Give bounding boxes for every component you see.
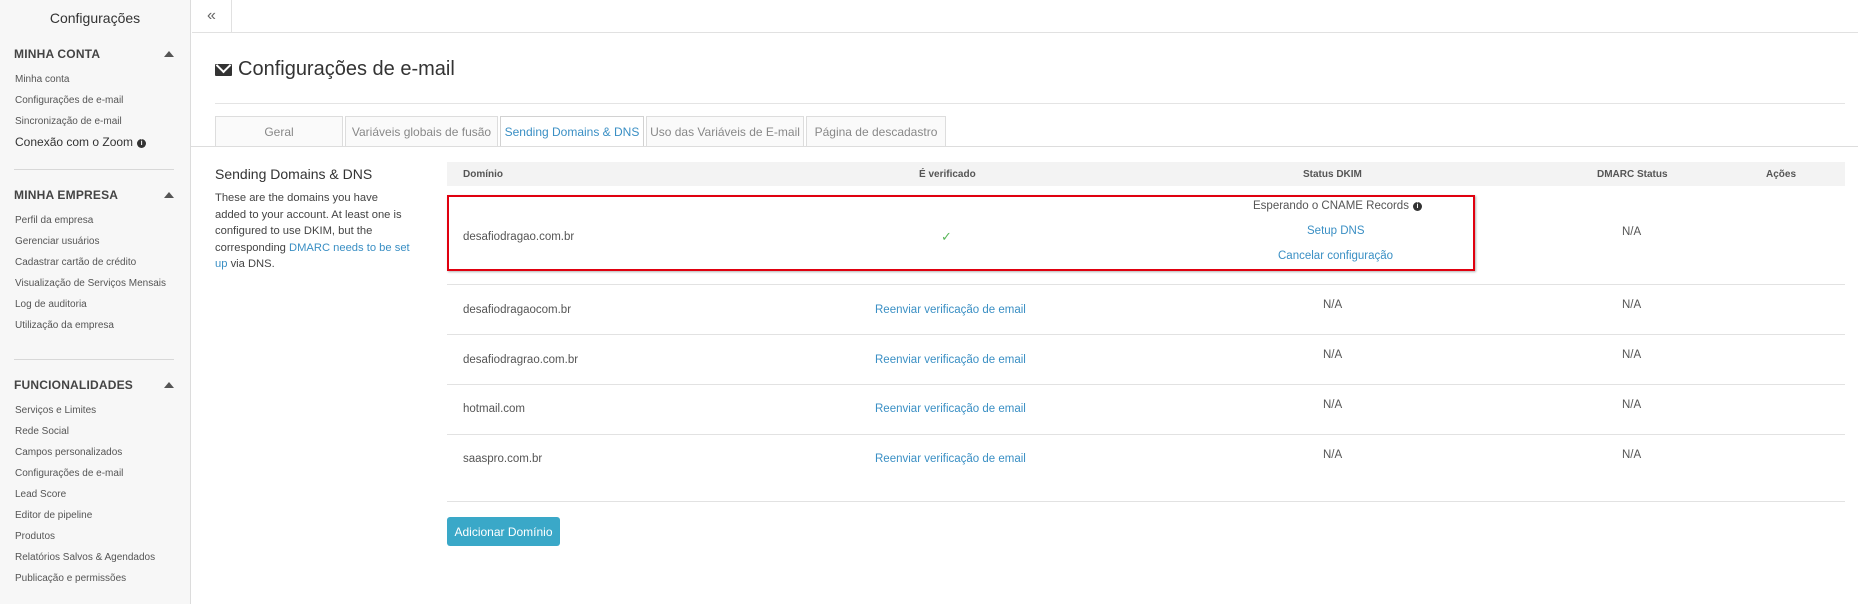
resend-verification-link[interactable]: Reenviar verificação de email <box>875 354 1026 366</box>
header-verified: É verificado <box>919 168 976 180</box>
sidebar-item-publicacao-permissoes[interactable]: Publicação e permissões <box>0 568 190 589</box>
section-funcionalidades: FUNCIONALIDADES Serviços e Limites Rede … <box>0 376 190 589</box>
domain-name: hotmail.com <box>463 403 525 415</box>
sidebar-item-minha-conta[interactable]: Minha conta <box>0 69 190 90</box>
section-heading-label: MINHA CONTA <box>14 47 101 61</box>
sidebar-divider <box>14 169 174 170</box>
section-heading-label: MINHA EMPRESA <box>14 188 119 202</box>
domain-name: desafiodragaocom.br <box>463 304 572 316</box>
tabs-divider <box>191 146 1858 147</box>
collapse-caret-icon[interactable] <box>164 382 174 388</box>
add-domain-button[interactable]: Adicionar Domínio <box>447 517 560 546</box>
resend-verification-link[interactable]: Reenviar verificação de email <box>875 453 1026 465</box>
sidebar-item-cartao-credito[interactable]: Cadastrar cartão de crédito <box>0 252 190 273</box>
sidebar-item-log-auditoria[interactable]: Log de auditoria <box>0 294 190 315</box>
section-minha-empresa: MINHA EMPRESA Perfil da empresa Gerencia… <box>0 186 190 336</box>
dmarc-status: N/A <box>1622 399 1642 411</box>
sidebar-item-perfil-empresa[interactable]: Perfil da empresa <box>0 210 190 231</box>
section-heading: Sending Domains & DNS <box>215 166 373 182</box>
header-actions: Ações <box>1766 168 1797 180</box>
sidebar-item-servicos-limites[interactable]: Serviços e Limites <box>0 400 190 421</box>
dkim-status: N/A <box>1323 349 1343 361</box>
collapse-caret-icon[interactable] <box>164 51 174 57</box>
section-heading-funcionalidades[interactable]: FUNCIONALIDADES <box>0 376 190 394</box>
page-title: Configurações de e-mail <box>215 58 455 81</box>
section-heading-minha-conta[interactable]: MINHA CONTA <box>0 45 190 63</box>
domains-table: Domínio É verificado Status DKIM DMARC S… <box>447 162 1845 465</box>
sidebar-item-campos-personalizados[interactable]: Campos personalizados <box>0 442 190 463</box>
description-text: These are the domains you have added to … <box>215 190 410 273</box>
resend-verification-link[interactable]: Reenviar verificação de email <box>875 304 1026 316</box>
table-row: hotmail.com Reenviar verificação de emai… <box>447 385 1845 435</box>
tab-uso-variaveis[interactable]: Uso das Variáveis de E-mail <box>646 116 804 146</box>
info-icon[interactable]: i <box>137 139 147 148</box>
table-row: saaspro.com.br Reenviar verificação de e… <box>447 435 1845 485</box>
table-row: desafiodragaocom.br Reenviar verificação… <box>447 285 1845 335</box>
description-text-after: via DNS. <box>230 258 275 270</box>
sidebar-item-zoom[interactable]: Conexão com o Zoom i <box>0 132 190 153</box>
sidebar-item-configuracoes-email-2[interactable]: Configurações de e-mail <box>0 463 190 484</box>
section-minha-conta: MINHA CONTA Minha conta Configurações de… <box>0 45 190 153</box>
settings-tabs: Geral Variáveis globais de fusão Sending… <box>215 116 1858 147</box>
collapse-sidebar-button[interactable]: « <box>192 0 232 32</box>
header-dkim: Status DKIM <box>1303 168 1362 180</box>
sidebar-item-editor-pipeline[interactable]: Editor de pipeline <box>0 505 190 526</box>
sidebar-item-relatorios[interactable]: Relatórios Salvos & Agendados <box>0 547 190 568</box>
sidebar-item-produtos[interactable]: Produtos <box>0 526 190 547</box>
sidebar-item-rede-social[interactable]: Rede Social <box>0 421 190 442</box>
sidebar-item-utilizacao-empresa[interactable]: Utilização da empresa <box>0 315 190 336</box>
dkim-status: N/A <box>1323 449 1343 461</box>
title-divider <box>215 103 1845 104</box>
sidebar-item-sincronizacao-email[interactable]: Sincronização de e-mail <box>0 111 190 132</box>
dmarc-status: N/A <box>1622 349 1642 361</box>
domain-name: saaspro.com.br <box>463 453 543 465</box>
sidebar-item-servicos-mensais[interactable]: Visualização de Serviços Mensais <box>0 273 190 294</box>
dmarc-status: N/A <box>1622 449 1642 461</box>
sidebar-item-gerenciar-usuarios[interactable]: Gerenciar usuários <box>0 231 190 252</box>
header-domain: Domínio <box>463 168 503 180</box>
page-title-text: Configurações de e-mail <box>238 58 455 80</box>
collapse-caret-icon[interactable] <box>164 192 174 198</box>
sidebar-divider <box>14 359 174 360</box>
table-row: desafiodragrao.com.br Reenviar verificaç… <box>447 335 1845 385</box>
top-bar: « <box>192 0 1858 33</box>
tab-pagina-descadastro[interactable]: Página de descadastro <box>806 116 946 146</box>
dkim-status: N/A <box>1323 299 1343 311</box>
domain-name: desafiodragrao.com.br <box>463 354 579 366</box>
settings-sidebar: Configurações MINHA CONTA Minha conta Co… <box>0 0 191 604</box>
header-dmarc: DMARC Status <box>1597 168 1668 180</box>
sidebar-item-configuracoes-email[interactable]: Configurações de e-mail <box>0 90 190 111</box>
tab-geral[interactable]: Geral <box>215 116 343 146</box>
sidebar-item-lead-score[interactable]: Lead Score <box>0 484 190 505</box>
section-description: Sending Domains & DNS These are the doma… <box>215 166 410 273</box>
dmarc-status: N/A <box>1622 299 1642 311</box>
table-header: Domínio É verificado Status DKIM DMARC S… <box>447 162 1845 186</box>
tab-sending-domains[interactable]: Sending Domains & DNS <box>500 116 644 147</box>
double-chevron-left-icon: « <box>207 7 216 24</box>
dkim-status: N/A <box>1323 399 1343 411</box>
resend-verification-link[interactable]: Reenviar verificação de email <box>875 403 1026 415</box>
highlight-box <box>447 195 1475 271</box>
dmarc-status: N/A <box>1622 226 1642 238</box>
table-bottom-divider <box>447 501 1845 502</box>
section-heading-minha-empresa[interactable]: MINHA EMPRESA <box>0 186 190 204</box>
sidebar-item-label: Conexão com o Zoom <box>15 135 134 149</box>
section-heading-label: FUNCIONALIDADES <box>14 378 133 392</box>
envelope-icon <box>215 63 232 76</box>
tab-variaveis-globais[interactable]: Variáveis globais de fusão <box>345 116 498 146</box>
sidebar-title: Configurações <box>49 10 141 26</box>
